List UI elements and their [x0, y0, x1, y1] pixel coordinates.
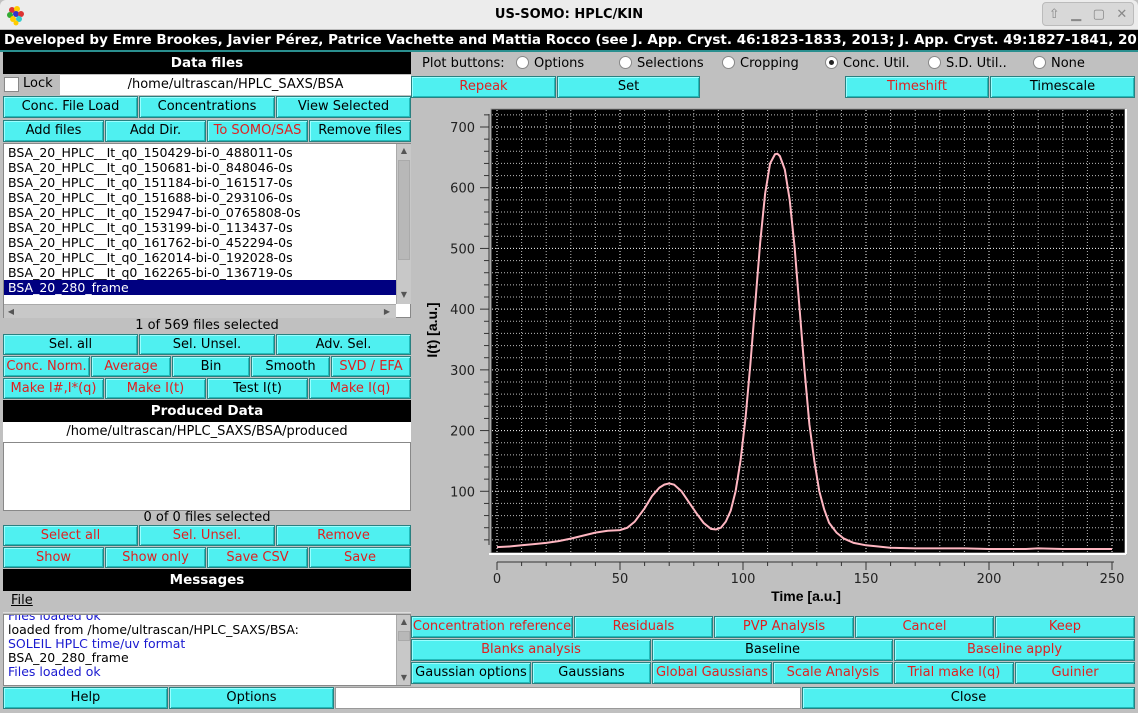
y-tick-label: 700	[450, 121, 475, 136]
residuals-button[interactable]: Residuals	[574, 616, 713, 638]
y-tick-label: 600	[450, 182, 475, 197]
x-tick-label: 150	[854, 572, 879, 587]
pvp-analysis-button[interactable]: PVP Analysis	[714, 616, 854, 638]
intensity-time-chart[interactable]: 100 200 300 400 500 600 700 0 50 100 150 200 250 Ti…	[0, 0, 1138, 713]
scale-analysis-button[interactable]: Scale Analysis	[773, 662, 893, 684]
x-tick-label: 200	[977, 572, 1002, 587]
guinier-button[interactable]: Guinier	[1015, 662, 1135, 684]
baseline-button[interactable]: Baseline	[652, 639, 893, 661]
trial-make-iq-button[interactable]: Trial make I(q)	[894, 662, 1014, 684]
y-tick-label: 100	[450, 485, 475, 500]
y-axis: 100 200 300 400 500 600 700	[450, 114, 490, 545]
cancel-button[interactable]: Cancel	[855, 616, 994, 638]
y-tick-label: 500	[450, 242, 475, 257]
y-tick-label: 200	[450, 425, 475, 440]
gaussians-button[interactable]: Gaussians	[532, 662, 651, 684]
x-axis-label: Time [a.u.]	[771, 588, 841, 604]
y-tick-label: 300	[450, 364, 475, 379]
baseline-apply-button[interactable]: Baseline apply	[894, 639, 1135, 661]
y-tick-label: 400	[450, 303, 475, 318]
y-axis-label: I(t) [a.u.]	[424, 302, 440, 357]
keep-button[interactable]: Keep	[995, 616, 1135, 638]
x-tick-label: 50	[612, 572, 629, 587]
gaussian-options-button[interactable]: Gaussian options	[411, 662, 531, 684]
concentration-reference-button[interactable]: Concentration reference	[411, 616, 573, 638]
x-axis: 0 50 100 150 200 250	[493, 561, 1125, 587]
global-gaussians-button[interactable]: Global Gaussians	[652, 662, 772, 684]
x-tick-label: 250	[1100, 572, 1125, 587]
blanks-analysis-button[interactable]: Blanks analysis	[411, 639, 651, 661]
x-tick-label: 100	[731, 572, 756, 587]
x-tick-label: 0	[493, 572, 501, 587]
